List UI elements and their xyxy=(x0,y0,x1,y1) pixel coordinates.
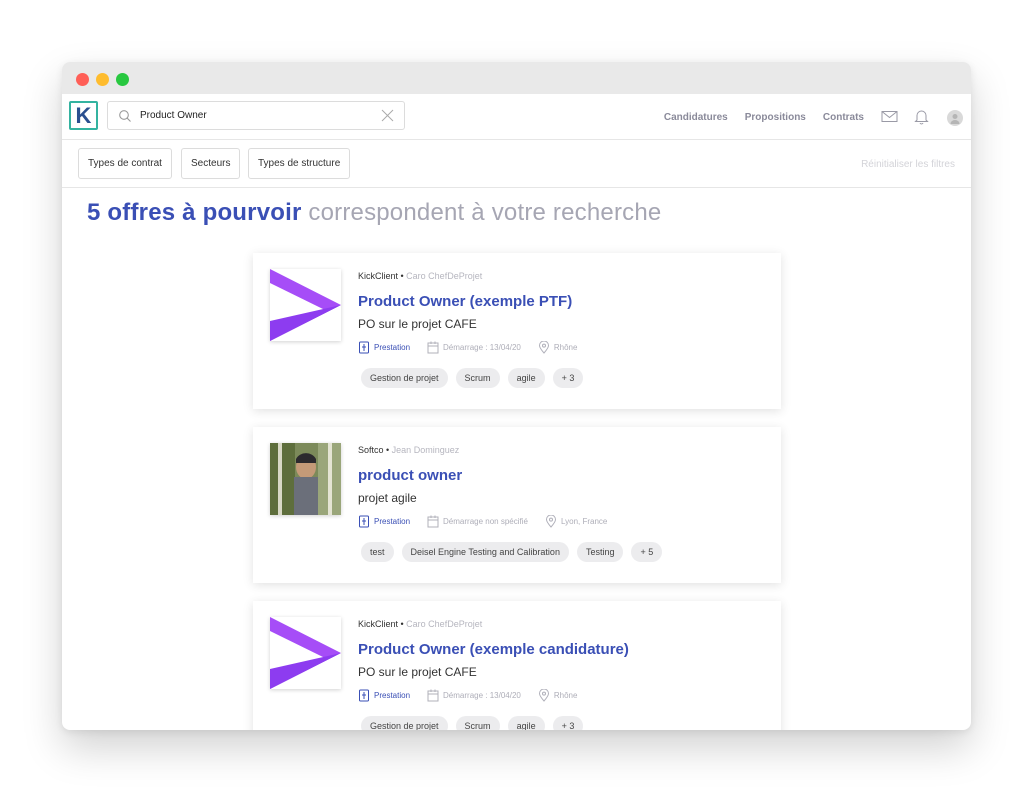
offer-card[interactable]: Softco • Jean Dominguez product owner pr… xyxy=(253,427,781,583)
user-avatar[interactable] xyxy=(947,110,963,126)
filter-bar: Types de contrat Secteurs Types de struc… xyxy=(62,140,971,188)
calendar-icon xyxy=(427,341,439,354)
start-info: Démarrage : 13/04/20 xyxy=(427,689,521,702)
offer-infos: Prestation Démarrage : 13/04/20 Rhône xyxy=(358,689,594,702)
more-tags[interactable]: + 3 xyxy=(552,716,584,730)
contract-icon xyxy=(359,341,369,354)
chevron-logo-icon xyxy=(270,269,341,341)
skill-tag[interactable]: Gestion de projet xyxy=(361,716,448,730)
filter-sectors-button[interactable]: Secteurs xyxy=(181,148,241,179)
contract-icon xyxy=(359,689,369,702)
contract-type: Prestation xyxy=(374,517,411,526)
location: Lyon, France xyxy=(560,517,608,526)
skill-tag[interactable]: agile xyxy=(507,368,545,388)
offer-title[interactable]: product owner xyxy=(358,467,462,484)
skill-tag[interactable]: agile xyxy=(507,716,545,730)
skill-tag[interactable]: Scrum xyxy=(455,716,500,730)
calendar-icon xyxy=(427,515,439,528)
offer-subtitle: PO sur le projet CAFE xyxy=(358,665,477,679)
maximize-window-button[interactable] xyxy=(116,73,129,86)
filter-structure-types-button[interactable]: Types de structure xyxy=(248,148,351,179)
window-titlebar xyxy=(62,62,971,94)
skill-tag[interactable]: Scrum xyxy=(455,368,500,388)
offer-infos: Prestation Démarrage : 13/04/20 Rhône xyxy=(358,341,594,354)
skill-tags: test Deisel Engine Testing and Calibrati… xyxy=(361,542,663,562)
contract-info: Prestation xyxy=(358,689,410,702)
reset-filters-link[interactable]: Réinitialiser les filtres xyxy=(861,159,955,170)
chevron-logo-icon xyxy=(270,617,341,689)
search-input[interactable] xyxy=(140,110,370,121)
browser-window: K Candidatures Propositions Contrats Typ… xyxy=(62,62,971,730)
user-icon xyxy=(950,114,960,124)
filter-contract-types-button[interactable]: Types de contrat xyxy=(78,148,172,179)
nav-link-propositions[interactable]: Propositions xyxy=(745,112,806,123)
contract-info: Prestation xyxy=(358,341,410,354)
nav-links: Candidatures Propositions Contrats xyxy=(664,94,864,140)
skill-tags: Gestion de projet Scrum agile + 3 xyxy=(361,716,584,730)
more-tags[interactable]: + 5 xyxy=(631,542,663,562)
company-photo xyxy=(270,443,341,515)
search-icon xyxy=(119,109,131,122)
offer-title[interactable]: Product Owner (exemple candidature) xyxy=(358,641,629,658)
location-info: Rhône xyxy=(538,689,578,702)
location-pin-icon xyxy=(538,341,549,354)
bell-icon[interactable] xyxy=(913,108,930,125)
results-headline: 5 offres à pourvoir correspondent à votr… xyxy=(87,199,661,227)
contract-info: Prestation xyxy=(358,515,410,528)
results-count: 5 offres à pourvoir xyxy=(87,199,302,226)
offer-subtitle: PO sur le projet CAFE xyxy=(358,317,477,331)
contract-icon xyxy=(359,515,369,528)
mail-icon[interactable] xyxy=(881,108,898,125)
nav-link-contrats[interactable]: Contrats xyxy=(823,112,864,123)
company-logo xyxy=(270,269,341,341)
start-date: Démarrage : 13/04/20 xyxy=(443,343,521,352)
location-info: Lyon, France xyxy=(545,515,607,528)
start-date: Démarrage non spécifié xyxy=(443,517,528,526)
minimize-window-button[interactable] xyxy=(96,73,109,86)
contact-name: Caro ChefDeProjet xyxy=(406,271,483,281)
contract-type: Prestation xyxy=(374,691,411,700)
calendar-icon xyxy=(427,689,439,702)
search-box[interactable] xyxy=(107,101,405,130)
results-caption: correspondent à votre recherche xyxy=(301,199,662,226)
skill-tag[interactable]: Deisel Engine Testing and Calibration xyxy=(401,542,569,562)
close-window-button[interactable] xyxy=(76,73,89,86)
skill-tags: Gestion de projet Scrum agile + 3 xyxy=(361,368,584,388)
start-info: Démarrage : 13/04/20 xyxy=(427,341,521,354)
offer-meta: Softco • Jean Dominguez xyxy=(358,445,460,455)
contact-name: Caro ChefDeProjet xyxy=(406,619,483,629)
offer-card[interactable]: KickClient • Caro ChefDeProjet Product O… xyxy=(253,253,781,409)
location: Rhône xyxy=(553,343,578,352)
company-name: Softco xyxy=(358,445,384,455)
location-pin-icon xyxy=(538,689,549,702)
location-pin-icon xyxy=(545,515,556,528)
offer-meta: KickClient • Caro ChefDeProjet xyxy=(358,271,483,281)
contract-type: Prestation xyxy=(374,343,411,352)
more-tags[interactable]: + 3 xyxy=(552,368,584,388)
contact-name: Jean Dominguez xyxy=(391,445,460,455)
offer-card[interactable]: KickClient • Caro ChefDeProjet Product O… xyxy=(253,601,781,730)
offer-infos: Prestation Démarrage non spécifié Lyon, … xyxy=(358,515,624,528)
company-name: KickClient xyxy=(358,619,399,629)
top-navbar: K Candidatures Propositions Contrats xyxy=(62,94,971,140)
skill-tag[interactable]: Gestion de projet xyxy=(361,368,448,388)
location: Rhône xyxy=(553,691,578,700)
person-photo-icon xyxy=(270,443,341,515)
start-date: Démarrage : 13/04/20 xyxy=(443,691,521,700)
company-name: KickClient xyxy=(358,271,399,281)
offer-title[interactable]: Product Owner (exemple PTF) xyxy=(358,293,572,310)
company-logo xyxy=(270,617,341,689)
skill-tag[interactable]: Testing xyxy=(576,542,624,562)
skill-tag[interactable]: test xyxy=(361,542,394,562)
logo-letter: K xyxy=(75,102,92,128)
app-logo[interactable]: K xyxy=(69,101,98,130)
offer-subtitle: projet agile xyxy=(358,491,417,505)
location-info: Rhône xyxy=(538,341,578,354)
start-info: Démarrage non spécifié xyxy=(427,515,528,528)
nav-link-candidatures[interactable]: Candidatures xyxy=(664,112,728,123)
offer-meta: KickClient • Caro ChefDeProjet xyxy=(358,619,483,629)
clear-search-icon[interactable] xyxy=(381,109,394,122)
